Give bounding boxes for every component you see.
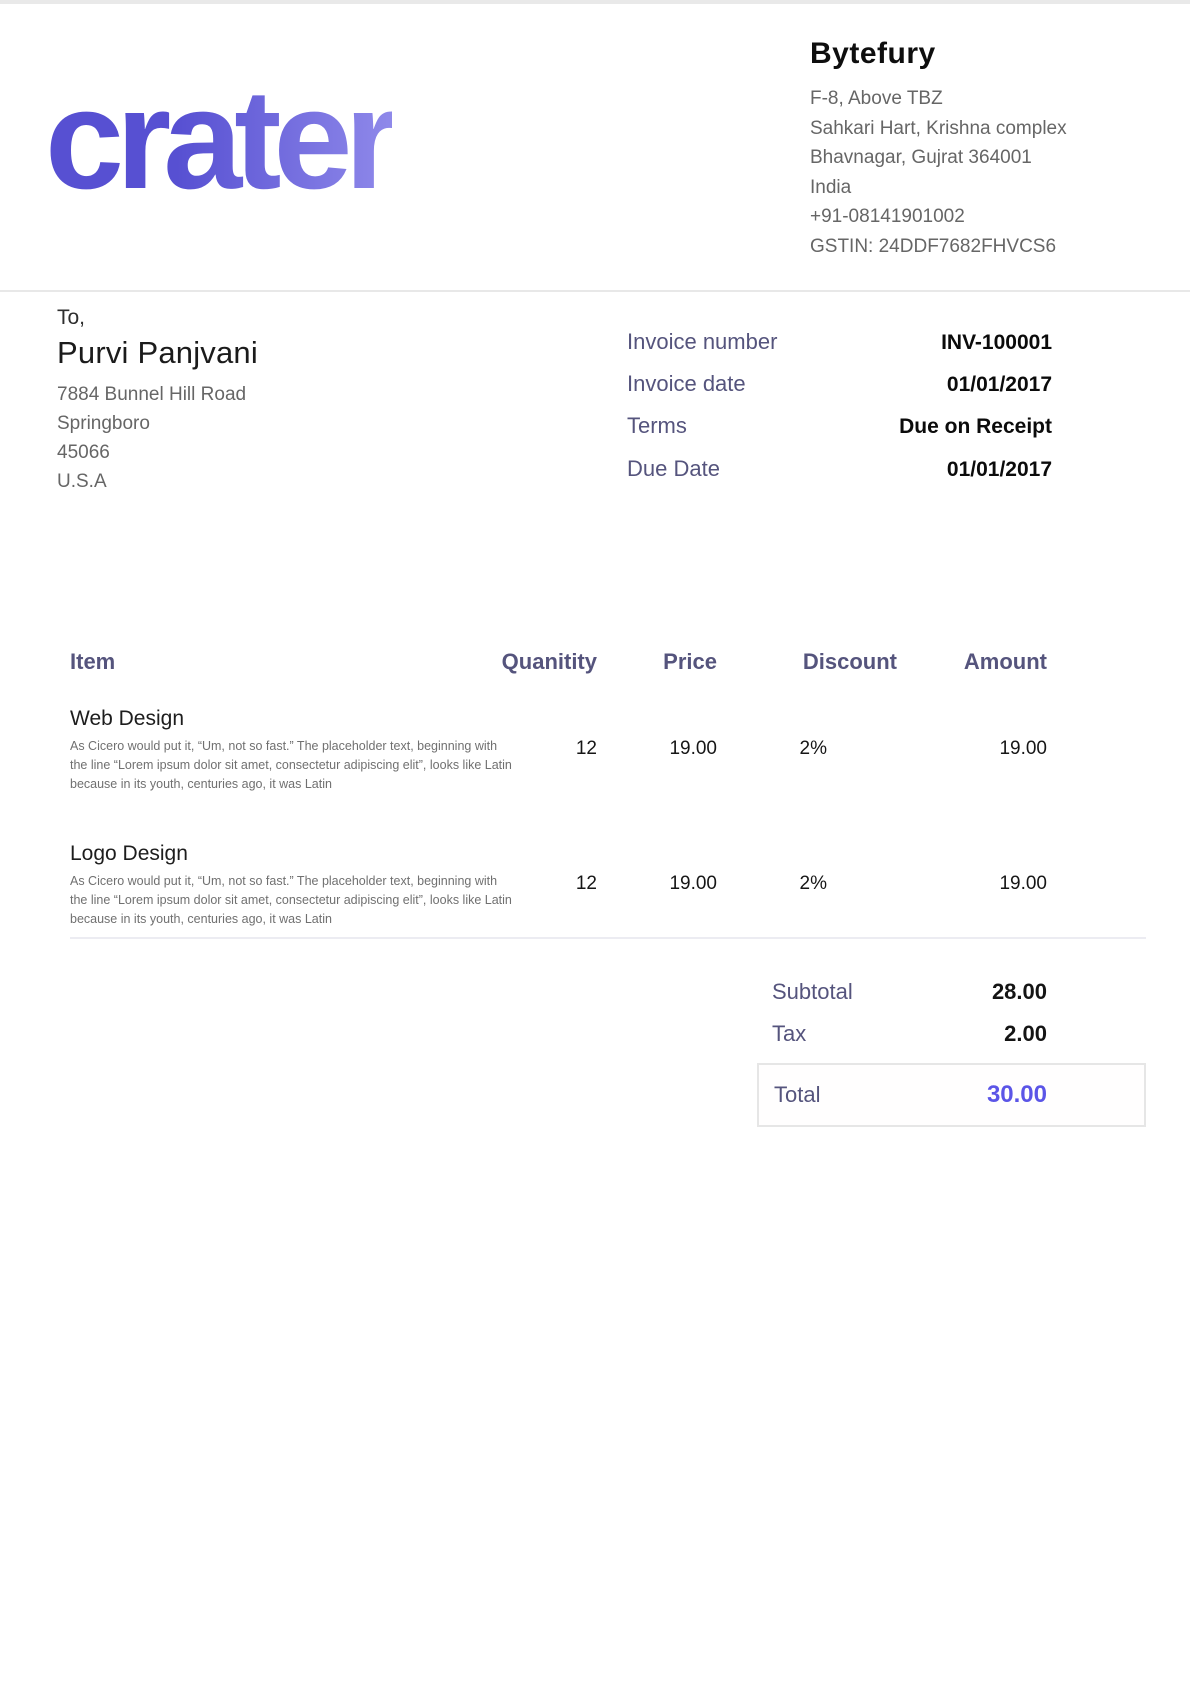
customer-address-line: 7884 Bunnel Hill Road	[57, 380, 258, 409]
company-address-line: India	[810, 173, 1146, 203]
subtotal-value: 28.00	[992, 979, 1047, 1005]
customer-address-line: U.S.A	[57, 467, 258, 496]
item-cell: Web Design As Cicero would put it, “Um, …	[70, 705, 487, 840]
item-quantity: 12	[487, 840, 597, 937]
invoice-number-label: Invoice number	[627, 330, 777, 354]
item-price: 19.00	[597, 705, 727, 840]
grand-total-value: 30.00	[987, 1081, 1047, 1109]
item-description: As Cicero would put it, “Um, not so fast…	[70, 737, 515, 794]
due-date-row: Due Date 01/01/2017	[627, 457, 1052, 481]
totals-section: Subtotal 28.00 Tax 2.00 Total 30.00	[0, 939, 1190, 1127]
terms-label: Terms	[627, 414, 687, 438]
customer-name: Purvi Panjvani	[57, 335, 258, 371]
column-header-discount: Discount	[727, 649, 897, 705]
item-discount: 2%	[727, 840, 897, 937]
invoice-meta-block: Invoice number INV-100001 Invoice date 0…	[627, 330, 1052, 499]
invoice-number-value: INV-100001	[941, 331, 1052, 354]
item-description: As Cicero would put it, “Um, not so fast…	[70, 872, 515, 929]
item-amount: 19.00	[897, 840, 1047, 937]
invoice-date-row: Invoice date 01/01/2017	[627, 372, 1052, 396]
invoice-header: crater Bytefury F-8, Above TBZ Sahkari H…	[0, 4, 1190, 292]
tax-value: 2.00	[1004, 1021, 1047, 1047]
item-discount: 2%	[727, 705, 897, 840]
subtotal-label: Subtotal	[772, 979, 853, 1005]
invoice-number-row: Invoice number INV-100001	[627, 330, 1052, 354]
grand-total-box: Total 30.00	[757, 1063, 1146, 1127]
column-header-item: Item	[70, 649, 487, 705]
due-date-value: 01/01/2017	[947, 458, 1052, 481]
tax-label: Tax	[772, 1021, 806, 1047]
company-address-line: F-8, Above TBZ	[810, 84, 1146, 114]
customer-address-line: Springboro	[57, 409, 258, 438]
item-name: Web Design	[70, 705, 487, 732]
billing-section: To, Purvi Panjvani 7884 Bunnel Hill Road…	[0, 292, 1190, 499]
totals-block: Subtotal 28.00 Tax 2.00 Total 30.00	[757, 939, 1146, 1127]
column-header-quantity: Quanitity	[487, 649, 597, 705]
tax-row: Tax 2.00	[757, 1021, 1146, 1047]
company-name: Bytefury	[810, 37, 1146, 71]
invoice-date-label: Invoice date	[627, 372, 746, 396]
column-header-price: Price	[597, 649, 727, 705]
terms-row: Terms Due on Receipt	[627, 414, 1052, 438]
grand-total-label: Total	[774, 1082, 820, 1108]
item-price: 19.00	[597, 840, 727, 937]
item-name: Logo Design	[70, 840, 487, 867]
crater-logo: crater	[45, 69, 392, 211]
invoice-page: crater Bytefury F-8, Above TBZ Sahkari H…	[0, 0, 1190, 1684]
table-row: Logo Design As Cicero would put it, “Um,…	[70, 840, 1047, 937]
terms-value: Due on Receipt	[899, 415, 1052, 438]
table-row: Web Design As Cicero would put it, “Um, …	[70, 705, 1047, 840]
invoice-date-value: 01/01/2017	[947, 373, 1052, 396]
company-info-block: Bytefury F-8, Above TBZ Sahkari Hart, Kr…	[810, 33, 1146, 261]
column-header-amount: Amount	[897, 649, 1047, 705]
company-phone: +91-08141901002	[810, 202, 1146, 232]
company-address-line: Bhavnagar, Gujrat 364001	[810, 143, 1146, 173]
items-table-header-row: Item Quanitity Price Discount Amount	[70, 649, 1047, 705]
due-date-label: Due Date	[627, 457, 720, 481]
subtotal-row: Subtotal 28.00	[757, 979, 1146, 1005]
item-cell: Logo Design As Cicero would put it, “Um,…	[70, 840, 487, 937]
company-gstin: GSTIN: 24DDF7682FHVCS6	[810, 232, 1146, 262]
items-section: Item Quanitity Price Discount Amount Web…	[0, 649, 1190, 937]
company-address-line: Sahkari Hart, Krishna complex	[810, 114, 1146, 144]
customer-address-line: 45066	[57, 438, 258, 467]
items-table: Item Quanitity Price Discount Amount Web…	[70, 649, 1047, 937]
bill-to-label: To,	[57, 306, 258, 330]
item-amount: 19.00	[897, 705, 1047, 840]
bill-to-block: To, Purvi Panjvani 7884 Bunnel Hill Road…	[57, 306, 258, 499]
